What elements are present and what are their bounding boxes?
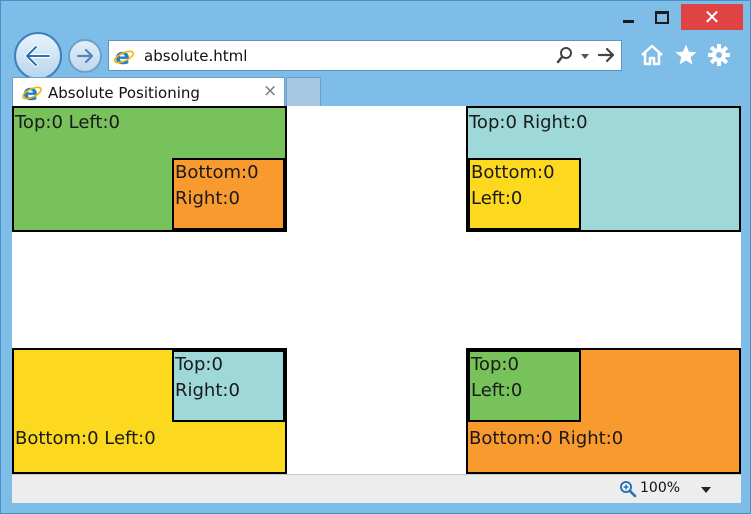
- zoom-icon[interactable]: [619, 480, 637, 498]
- inner-box: Bottom:0 Left:0: [468, 158, 581, 230]
- tab-title: Absolute Positioning: [48, 84, 200, 102]
- box-label: Top:0 Right:0: [469, 112, 588, 133]
- home-icon: [641, 44, 663, 66]
- forward-button[interactable]: [68, 39, 102, 73]
- search-icon[interactable]: [556, 46, 574, 64]
- settings-button[interactable]: [705, 41, 733, 69]
- inner-label-line2: Left:0: [471, 188, 523, 209]
- box-label: Bottom:0 Right:0: [469, 428, 624, 449]
- minimize-icon: [622, 19, 634, 23]
- tab-absolute-positioning[interactable]: e Absolute Positioning ×: [12, 77, 285, 107]
- box-top-right: Top:0 Right:0 Bottom:0 Left:0: [466, 106, 741, 232]
- box-bottom-left: Top:0 Right:0 Bottom:0 Left:0: [12, 348, 287, 474]
- chevron-down-icon[interactable]: [581, 54, 589, 59]
- chevron-down-icon[interactable]: [701, 487, 711, 493]
- inner-label-line1: Bottom:0: [471, 162, 555, 183]
- inner-box: Top:0 Left:0: [468, 350, 581, 422]
- status-bar: 100%: [12, 474, 741, 503]
- maximize-button[interactable]: [645, 4, 679, 30]
- tab-close-icon[interactable]: ×: [263, 81, 277, 101]
- zoom-level[interactable]: 100%: [640, 480, 680, 496]
- page-content: Top:0 Left:0 Bottom:0 Right:0 Top:0 Righ…: [12, 106, 741, 474]
- inner-box: Bottom:0 Right:0: [172, 158, 285, 230]
- inner-label-line1: Top:0: [471, 354, 519, 375]
- inner-box: Top:0 Right:0: [172, 350, 285, 422]
- browser-window: ✕ e absolute.html e Absolute Positioning…: [0, 0, 751, 514]
- inner-label-line2: Right:0: [175, 380, 240, 401]
- maximize-icon: [655, 10, 669, 24]
- ie-logo-icon: e: [21, 81, 43, 103]
- minimize-button[interactable]: [611, 4, 645, 30]
- forward-arrow-icon: [76, 48, 94, 64]
- new-tab-button[interactable]: [286, 77, 321, 106]
- box-label: Top:0 Left:0: [15, 112, 120, 133]
- back-arrow-icon: [25, 45, 51, 67]
- address-bar[interactable]: e absolute.html: [108, 40, 622, 71]
- gear-icon: [708, 44, 730, 66]
- ie-logo-icon: e: [113, 45, 135, 67]
- url-text: absolute.html: [144, 47, 248, 65]
- box-label: Bottom:0 Left:0: [15, 428, 156, 449]
- inner-label-line1: Top:0: [175, 354, 223, 375]
- star-icon: [675, 44, 697, 65]
- go-arrow-icon[interactable]: [596, 46, 616, 64]
- home-button[interactable]: [638, 41, 666, 69]
- inner-label-line2: Right:0: [175, 188, 240, 209]
- close-icon: ✕: [703, 5, 721, 29]
- back-button[interactable]: [14, 32, 62, 80]
- box-bottom-right: Top:0 Left:0 Bottom:0 Right:0: [466, 348, 741, 474]
- inner-label-line2: Left:0: [471, 380, 523, 401]
- close-button[interactable]: ✕: [681, 4, 743, 30]
- box-top-left: Top:0 Left:0 Bottom:0 Right:0: [12, 106, 287, 232]
- inner-label-line1: Bottom:0: [175, 162, 259, 183]
- favorites-button[interactable]: [672, 41, 700, 69]
